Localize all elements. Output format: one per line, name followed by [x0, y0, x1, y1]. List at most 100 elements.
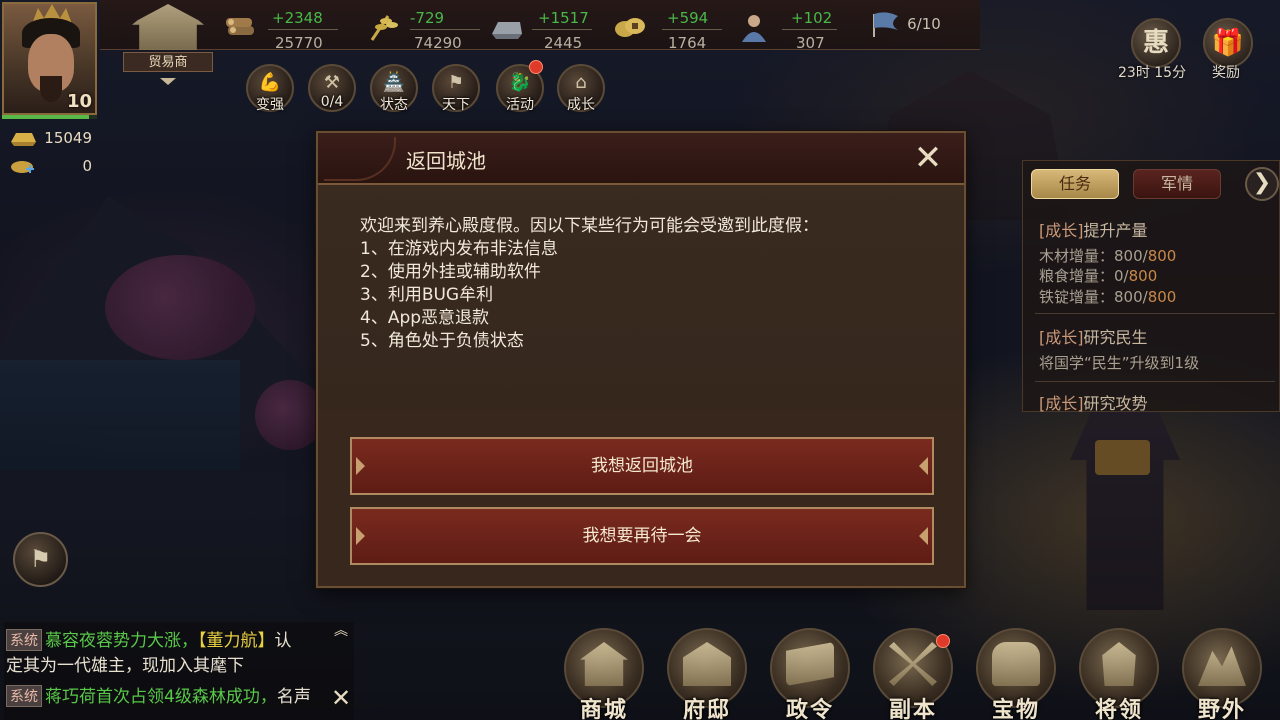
- return-city-dialog: 返回城池 ✕ 欢迎来到养心殿度假。因以下某些行为可能会受邀到此度假： 1、在游戏…: [316, 131, 966, 588]
- menu-field[interactable]: 野外: [1180, 628, 1264, 720]
- chat-message: 系统 慕容夜蓉势力大涨，【董力航】认: [6, 626, 292, 651]
- task-item-production[interactable]: [成长]提升产量: [1039, 217, 1148, 241]
- copper-delta: +594: [667, 9, 709, 27]
- dialog-body: 欢迎来到养心殿度假。因以下某些行为可能会受邀到此度假： 1、在游戏内发布非法信息…: [318, 185, 964, 410]
- task-progress-food: 粮食增量：0/800: [1039, 265, 1157, 286]
- quick-button-world[interactable]: ⚑ 天下: [432, 64, 480, 113]
- quick-label: 成长: [567, 97, 595, 113]
- chat-text: 认: [274, 631, 292, 651]
- task-item-livelihood[interactable]: [成长]研究民生: [1039, 324, 1148, 348]
- trader-button[interactable]: 贸易商: [123, 4, 213, 85]
- population-delta: +102: [791, 9, 833, 27]
- gem-value: 0: [82, 157, 92, 175]
- quick-button-strengthen[interactable]: 💪 变强: [246, 64, 294, 113]
- gold-row[interactable]: 15049: [6, 124, 96, 152]
- player-avatar[interactable]: 10: [2, 2, 97, 115]
- separator: [410, 29, 480, 30]
- resource-copper[interactable]: +594 1764: [612, 4, 722, 52]
- reward-button[interactable]: 🎁: [1203, 18, 1253, 68]
- chat-text-green: 慕容夜蓉势力大涨，: [45, 631, 198, 651]
- resource-population[interactable]: +102 307: [736, 4, 846, 52]
- notification-badge: [529, 60, 543, 74]
- menu-mall[interactable]: 商城: [562, 628, 646, 720]
- iron-total: 2445: [544, 34, 583, 52]
- task-title: 研究攻势: [1083, 394, 1148, 413]
- dialog-message-line: 1、在游戏内发布非法信息: [360, 239, 558, 259]
- promo-timer: 23时 15分: [1118, 65, 1187, 81]
- menu-label: 府邸: [682, 698, 731, 720]
- wood-delta: +2348: [272, 9, 323, 27]
- return-city-button[interactable]: 我想返回城池: [350, 437, 934, 495]
- tab-military[interactable]: 军情: [1133, 169, 1221, 199]
- dialog-header: 返回城池 ✕: [318, 133, 964, 185]
- separator: [268, 29, 338, 30]
- gem-row[interactable]: 0: [6, 152, 96, 180]
- task-description: 将国学“民生”升级到1级: [1039, 354, 1200, 372]
- quick-button-build-queue[interactable]: ⚒ 0/4: [308, 64, 356, 112]
- menu-generals[interactable]: 将领: [1077, 628, 1161, 720]
- chat-message: 系统 蒋巧荷首次占领4级森林成功，名声: [6, 682, 311, 707]
- task-progress-value: 0/: [1114, 267, 1129, 285]
- quick-label: 活动: [506, 97, 534, 113]
- soldier-icon: [742, 15, 766, 42]
- close-icon[interactable]: ✕: [331, 684, 351, 712]
- promo-icon: 惠: [1142, 28, 1169, 58]
- dialog-message-line: 3、利用BUG牟利: [360, 285, 494, 305]
- menu-label: 野外: [1197, 698, 1246, 720]
- quick-label: 变强: [256, 97, 284, 113]
- resource-wood[interactable]: +2348 25770: [224, 4, 344, 52]
- menu-label: 将领: [1094, 698, 1143, 720]
- iron-ingot-icon: [492, 22, 522, 39]
- troop-count[interactable]: 6/10: [868, 10, 941, 38]
- quick-label: 0/4: [320, 94, 344, 110]
- dialog-message-line: 4、App恶意退款: [360, 308, 490, 328]
- dialog-footer: 我想返回城池 我想要再待一会: [318, 410, 964, 586]
- task-progress-wood: 木材增量：800/800: [1039, 245, 1176, 266]
- exp-fill: [2, 115, 90, 119]
- chat-panel[interactable]: 系统 慕容夜蓉势力大涨，【董力航】认 定其为一代雄主，现加入其麾下 系统 蒋巧荷首次…: [4, 622, 354, 720]
- resource-iron[interactable]: +1517 2445: [488, 4, 598, 52]
- alliance-flag-button[interactable]: ⚑: [13, 532, 68, 587]
- close-icon[interactable]: ✕: [910, 141, 946, 177]
- resource-food[interactable]: -729 74290: [366, 4, 486, 52]
- promo-button[interactable]: 惠: [1131, 18, 1181, 68]
- task-tag: [成长]: [1039, 394, 1084, 413]
- trader-building-icon: [132, 4, 204, 50]
- castle-icon: 🏯: [382, 72, 406, 93]
- chevron-right-icon[interactable]: ❯: [1245, 167, 1279, 201]
- menu-mansion[interactable]: 府邸: [665, 628, 749, 720]
- quick-label: 状态: [380, 97, 408, 113]
- chevron-up-icon[interactable]: ︽: [334, 620, 348, 640]
- hammer-icon: ⚒: [323, 72, 341, 93]
- gift-icon: 🎁: [1211, 28, 1245, 58]
- stay-longer-button[interactable]: 我想要再待一会: [350, 507, 934, 565]
- separator: [532, 29, 592, 30]
- menu-treasure[interactable]: 宝物: [974, 628, 1058, 720]
- dialog-message-line: 2、使用外挂或辅助软件: [360, 262, 541, 282]
- flag-icon: ⚑: [447, 72, 465, 93]
- wood-log-icon: [226, 18, 254, 35]
- task-progress-value: 800/: [1114, 288, 1148, 306]
- iron-delta: +1517: [538, 9, 589, 27]
- quick-button-growth[interactable]: ⌂ 成长: [557, 64, 605, 113]
- chat-message-continued: 定其为一代雄主，现加入其麾下: [6, 656, 244, 676]
- task-tag: [成长]: [1039, 221, 1084, 240]
- divider: [1035, 313, 1275, 314]
- dialog-title: 返回城池: [406, 149, 486, 173]
- flag-icon: [873, 12, 898, 37]
- copper-total: 1764: [668, 34, 707, 52]
- gold-value: 15049: [44, 129, 92, 147]
- tab-tasks[interactable]: 任务: [1031, 169, 1119, 199]
- chevron-down-icon[interactable]: [160, 78, 176, 85]
- divider: [1035, 381, 1275, 382]
- task-progress-label: 铁锭增量：: [1039, 288, 1115, 306]
- quick-button-status[interactable]: 🏯 状态: [370, 64, 418, 113]
- player-level: 10: [66, 91, 92, 112]
- house-arrow-icon: ⌂: [575, 72, 587, 93]
- player-name-link[interactable]: 【董力航】: [198, 631, 275, 651]
- menu-decree[interactable]: 政令: [768, 628, 852, 720]
- task-item-offense[interactable]: [成长]研究攻势: [1039, 390, 1148, 414]
- troop-count-value: 6/10: [907, 15, 941, 33]
- task-progress-value: 800/: [1114, 247, 1148, 265]
- separator: [782, 29, 837, 30]
